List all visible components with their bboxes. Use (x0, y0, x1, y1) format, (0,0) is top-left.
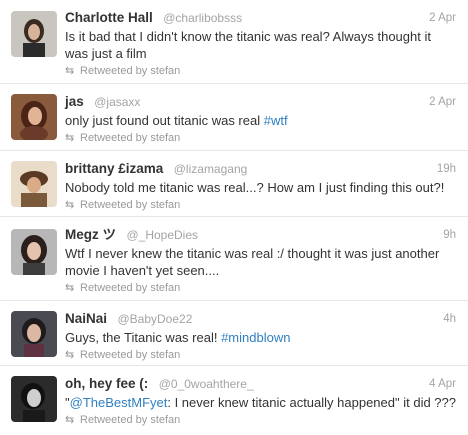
tweet-text: Wtf I never knew the titanic was real :/… (65, 245, 456, 279)
tweet[interactable]: oh, hey fee (: @0_0woahthere_ 4 Apr "@Th… (0, 366, 468, 435)
display-name[interactable]: jas (65, 94, 84, 109)
tweet-text: Nobody told me titanic was real...? How … (65, 179, 456, 196)
timestamp[interactable]: 9h (443, 226, 456, 244)
avatar-photo (11, 94, 57, 140)
display-name[interactable]: NaiNai (65, 311, 107, 326)
tweet-text-content: : I never knew titanic actually happened… (167, 395, 456, 410)
avatar-photo (11, 161, 57, 207)
tweet-text-content: Guys, the Titanic was real! (65, 330, 222, 345)
retweet-info[interactable]: ⇆ Retweeted by stefan (65, 281, 456, 295)
username[interactable]: @_HopeDies (126, 228, 198, 242)
username[interactable]: @lizamagang (174, 162, 248, 176)
retweet-icon: ⇆ (65, 282, 75, 294)
timestamp[interactable]: 19h (437, 160, 456, 178)
retweet-info[interactable]: ⇆ Retweeted by stefan (65, 131, 456, 145)
tweet[interactable]: jas @jasaxx 2 Apr only just found out ti… (0, 84, 468, 151)
tweet-text-content: only just found out titanic was real (65, 113, 264, 128)
avatar-photo (11, 311, 57, 357)
retweeted-by: Retweeted by stefan (80, 282, 181, 294)
avatar[interactable] (11, 11, 57, 57)
username[interactable]: @BabyDoe22 (117, 312, 192, 326)
hashtag-link[interactable]: #mindblown (221, 330, 290, 345)
timestamp[interactable]: 2 Apr (429, 9, 456, 27)
retweet-icon: ⇆ (65, 414, 75, 426)
avatar-photo (11, 229, 57, 275)
tweet-text: "@TheBestMFyet: I never knew titanic act… (65, 394, 456, 411)
retweet-icon: ⇆ (65, 199, 75, 211)
tweet[interactable]: brittany £izama @lizamagang 19h Nobody t… (0, 151, 468, 217)
retweet-icon: ⇆ (65, 65, 75, 77)
tweet-text-content: Wtf I never knew the titanic was real :/… (65, 246, 440, 278)
hashtag-link[interactable]: #wtf (264, 113, 288, 128)
tweet[interactable]: NaiNai @BabyDoe22 4h Guys, the Titanic w… (0, 301, 468, 366)
tweet-text: only just found out titanic was real #wt… (65, 112, 456, 129)
retweeted-by: Retweeted by stefan (80, 349, 181, 361)
avatar[interactable] (11, 161, 57, 207)
retweeted-by: Retweeted by stefan (80, 414, 181, 426)
retweeted-by: Retweeted by stefan (80, 132, 181, 144)
avatar-photo (11, 376, 57, 422)
display-name[interactable]: Megz ツ (65, 227, 116, 242)
tweet-text-content: Nobody told me titanic was real...? How … (65, 180, 445, 195)
tweet[interactable]: Megz ツ @_HopeDies 9h Wtf I never knew th… (0, 217, 468, 301)
username[interactable]: @charlibobsss (163, 11, 242, 25)
timestamp[interactable]: 4 Apr (429, 375, 456, 393)
retweeted-by: Retweeted by stefan (80, 65, 181, 77)
retweet-info[interactable]: ⇆ Retweeted by stefan (65, 64, 456, 78)
tweet-feed: Charlotte Hall @charlibobsss 2 Apr Is it… (0, 0, 468, 435)
tweet-text: Is it bad that I didn't know the titanic… (65, 28, 456, 62)
display-name[interactable]: oh, hey fee (: (65, 376, 148, 391)
tweet[interactable]: Charlotte Hall @charlibobsss 2 Apr Is it… (0, 0, 468, 84)
timestamp[interactable]: 4h (443, 310, 456, 328)
display-name[interactable]: Charlotte Hall (65, 10, 153, 25)
tweet-text: Guys, the Titanic was real! #mindblown (65, 329, 456, 346)
tweet-text-content: Is it bad that I didn't know the titanic… (65, 29, 431, 61)
username[interactable]: @jasaxx (94, 95, 140, 109)
retweeted-by: Retweeted by stefan (80, 199, 181, 211)
retweet-icon: ⇆ (65, 349, 75, 361)
display-name[interactable]: brittany £izama (65, 161, 163, 176)
retweet-icon: ⇆ (65, 132, 75, 144)
mention-link[interactable]: @TheBestMFyet (70, 395, 168, 410)
avatar[interactable] (11, 311, 57, 357)
timestamp[interactable]: 2 Apr (429, 93, 456, 111)
retweet-info[interactable]: ⇆ Retweeted by stefan (65, 348, 456, 362)
avatar[interactable] (11, 94, 57, 140)
avatar[interactable] (11, 229, 57, 275)
avatar[interactable] (11, 376, 57, 422)
retweet-info[interactable]: ⇆ Retweeted by stefan (65, 413, 456, 427)
username[interactable]: @0_0woahthere_ (159, 377, 254, 391)
retweet-info[interactable]: ⇆ Retweeted by stefan (65, 198, 456, 212)
avatar-photo (11, 11, 57, 57)
